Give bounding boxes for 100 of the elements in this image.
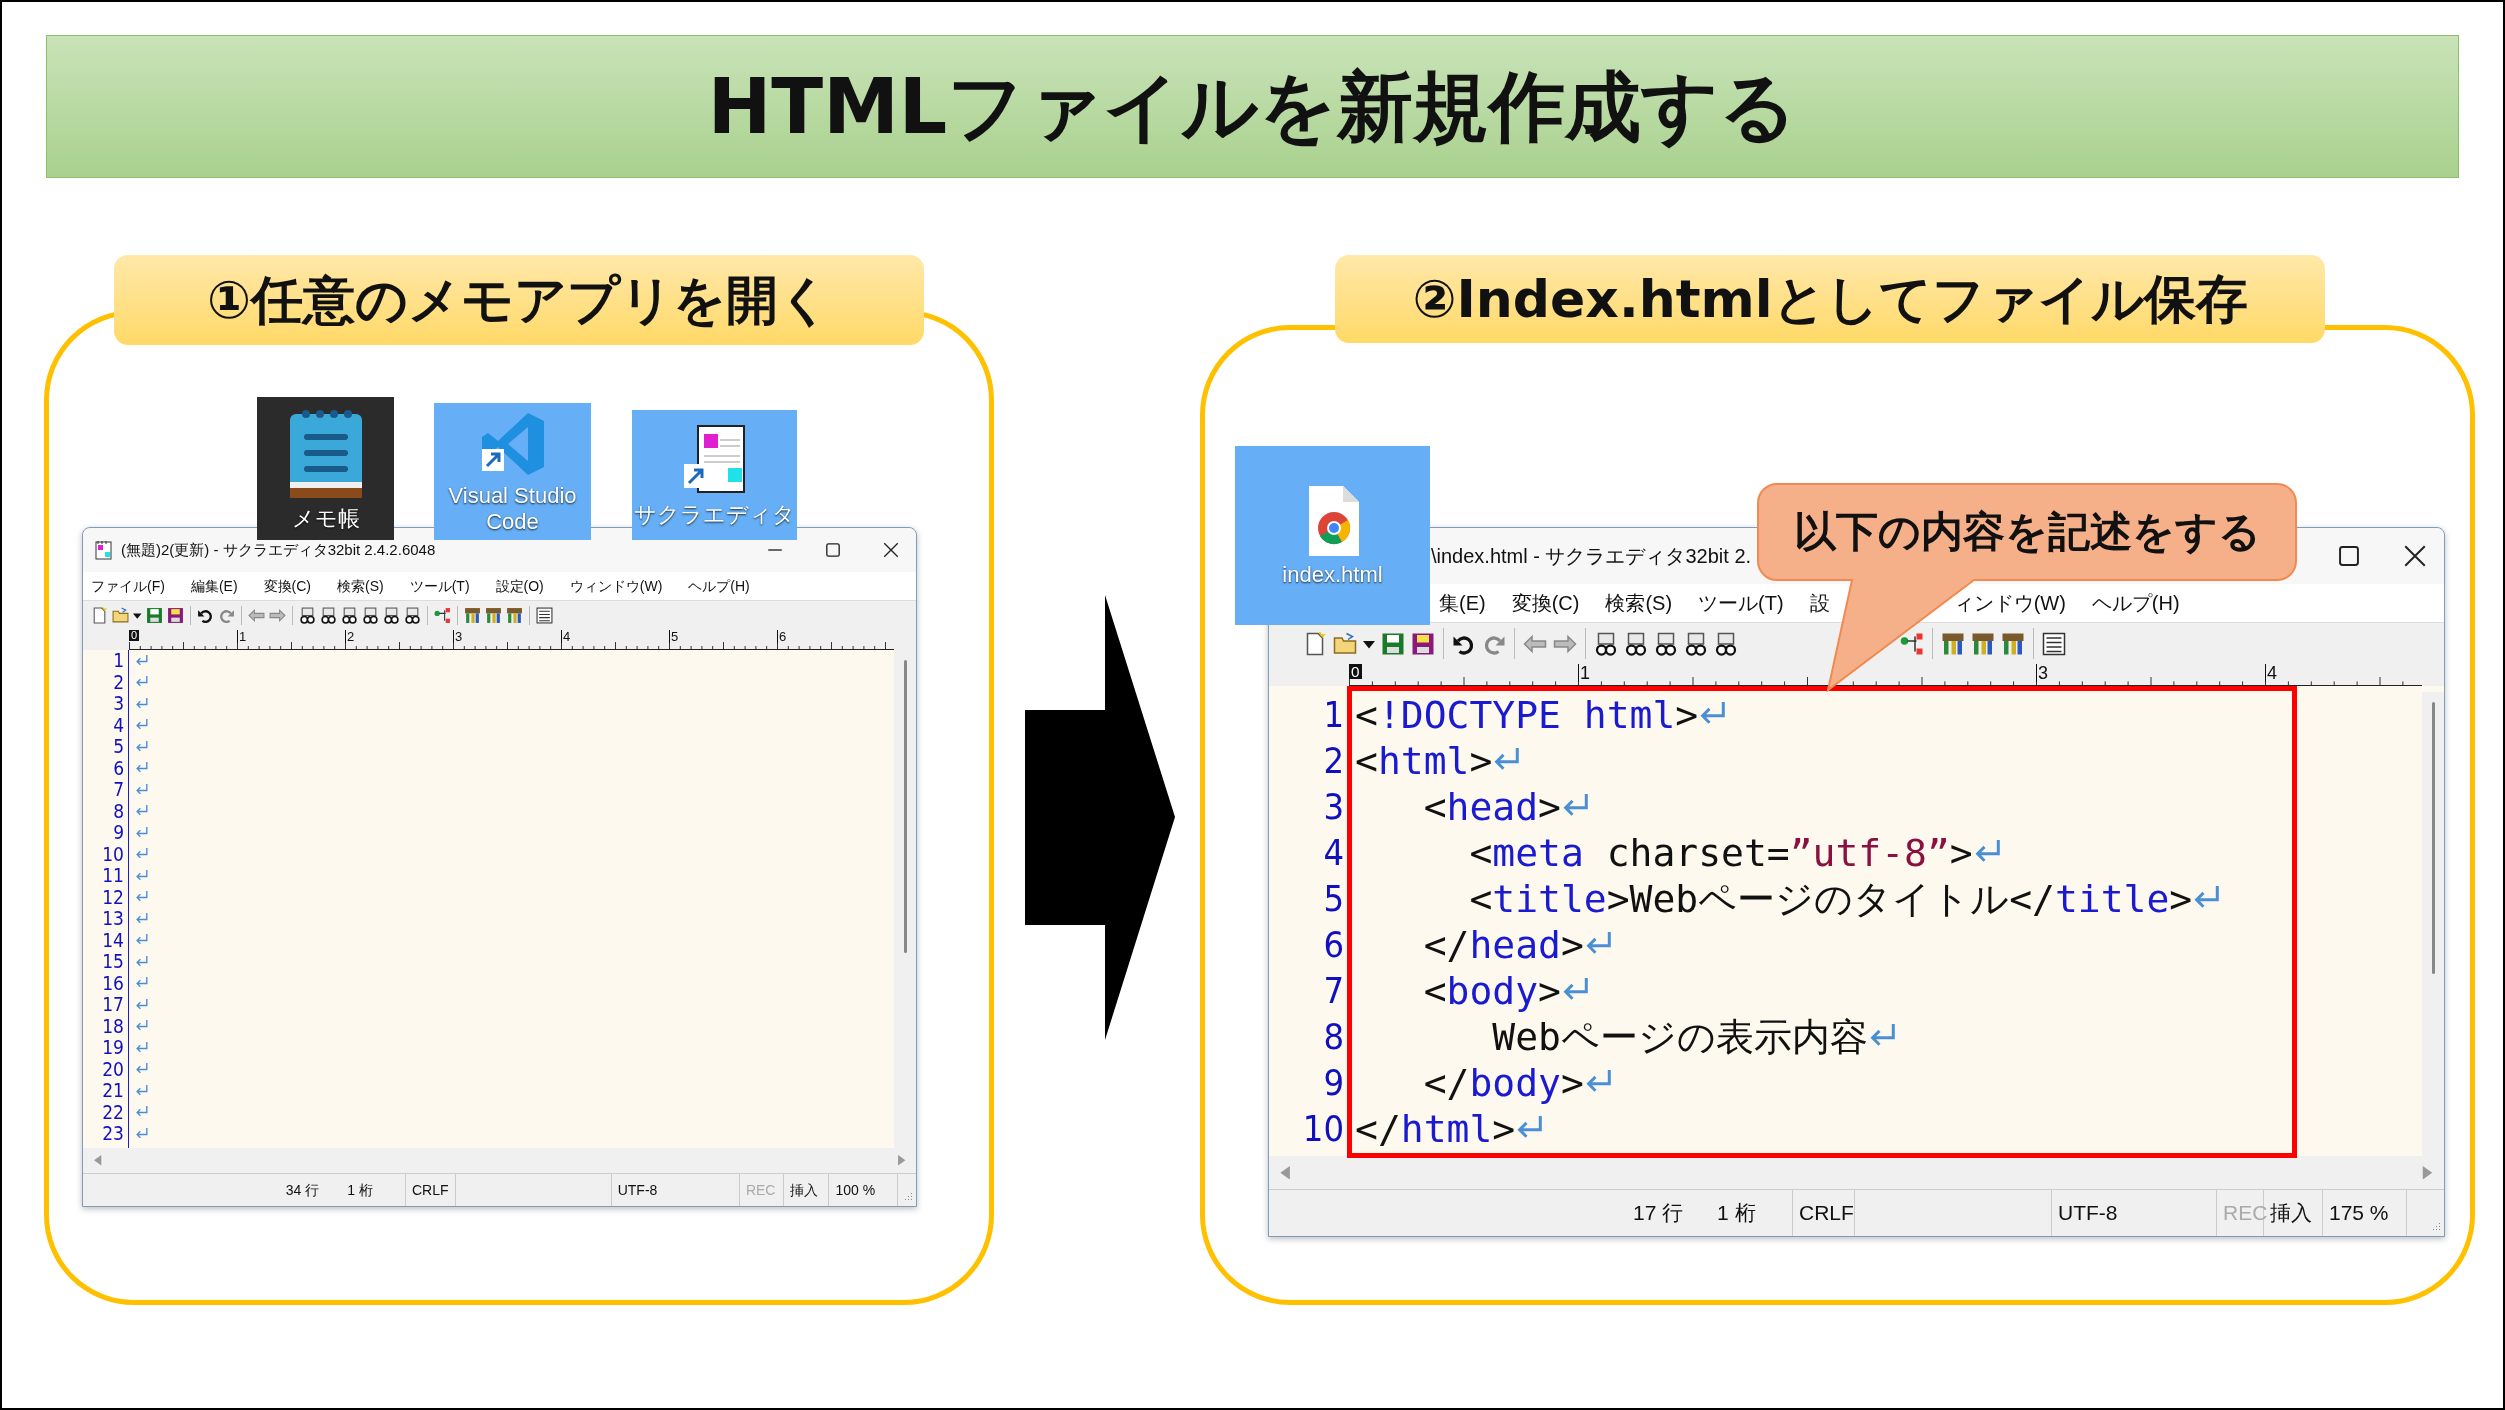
- tool-icon[interactable]: [1971, 631, 1995, 656]
- return-mark-icon: [135, 719, 148, 732]
- ruler-number: 4: [561, 630, 571, 643]
- return-mark-icon: [135, 740, 148, 753]
- tool-icon[interactable]: [484, 607, 502, 624]
- folder-icon[interactable]: [112, 607, 129, 624]
- save-icon[interactable]: [1381, 631, 1405, 656]
- tree-icon[interactable]: [1900, 631, 1924, 656]
- status-text: 挿入: [789, 1180, 818, 1200]
- close-icon[interactable]: [882, 541, 900, 559]
- menu-item[interactable]: ウィンドウ(W): [569, 575, 663, 597]
- tool-icon[interactable]: [1941, 631, 1965, 656]
- ruler-number: 3: [453, 630, 463, 643]
- status-text: REC: [745, 1180, 776, 1200]
- line-number: 5: [113, 736, 124, 758]
- left-arrow-icon[interactable]: [247, 607, 265, 624]
- status-text: 34 行: [285, 1180, 320, 1200]
- line-number: 6: [1323, 923, 1344, 967]
- list-icon[interactable]: [2042, 631, 2066, 656]
- binoculars-icon[interactable]: [361, 607, 379, 624]
- menu-item[interactable]: ヘルプ(H): [688, 575, 750, 597]
- line-number: 14: [102, 929, 124, 951]
- icon-label: メモ帳: [291, 505, 360, 532]
- menu-item[interactable]: 変換(C): [1511, 588, 1580, 618]
- menu-item[interactable]: 集(E): [1439, 588, 1486, 618]
- menu-item[interactable]: 設定(O): [495, 575, 544, 597]
- tool-icon[interactable]: [505, 607, 523, 624]
- return-mark-icon: [135, 977, 148, 990]
- ruler-number: 3: [2036, 664, 2048, 682]
- return-mark-icon: [135, 654, 148, 667]
- line-number: 15: [102, 951, 124, 973]
- menu-item[interactable]: ツール(T): [1698, 588, 1784, 618]
- folder-icon[interactable]: [1333, 631, 1357, 656]
- binoculars-icon[interactable]: [319, 607, 337, 624]
- return-mark-icon: [135, 676, 148, 689]
- right-arrow-icon[interactable]: [268, 607, 286, 624]
- save-icon[interactable]: [145, 607, 163, 624]
- line-number: 4: [1323, 831, 1344, 875]
- line-number: 8: [1323, 1015, 1344, 1059]
- menu-item[interactable]: 編集(E): [190, 575, 238, 597]
- close-icon[interactable]: [2402, 543, 2428, 569]
- list-icon[interactable]: [535, 607, 553, 624]
- line-number: 1: [113, 650, 124, 672]
- desktop-icon[interactable]: メモ帳: [257, 397, 394, 540]
- menu-item[interactable]: 変換(C): [263, 575, 311, 597]
- icon-label: index.html: [1282, 561, 1383, 588]
- menu-item[interactable]: 設: [1809, 588, 1830, 618]
- binoculars-icon[interactable]: [1594, 631, 1618, 656]
- status-text: 1 桁: [1717, 1200, 1756, 1227]
- return-mark-icon: [135, 1084, 148, 1097]
- vertical-scrollbar[interactable]: [2422, 692, 2444, 1156]
- line-number: 20: [102, 1058, 124, 1080]
- menu-item[interactable]: ファイル(F): [91, 575, 165, 597]
- tool-icon[interactable]: [2001, 631, 2025, 656]
- callout-text: 以下の内容を記述をする: [1793, 506, 2261, 558]
- binoculars-icon[interactable]: [403, 607, 421, 624]
- undo-icon[interactable]: [196, 607, 214, 624]
- return-mark-icon: [135, 826, 148, 839]
- return-mark-icon: [135, 1063, 148, 1076]
- line-number: 9: [1323, 1061, 1344, 1105]
- notebook-icon: [95, 540, 113, 560]
- binoculars-icon[interactable]: [1654, 631, 1678, 656]
- status-text: 17 行: [1633, 1200, 1684, 1227]
- ruler-number: 4: [2265, 664, 2277, 682]
- binoculars-icon[interactable]: [382, 607, 400, 624]
- save-all-icon[interactable]: [1411, 631, 1435, 656]
- return-mark-icon: [135, 869, 148, 882]
- ruler-number: 2: [345, 630, 355, 643]
- line-number: 2: [1323, 739, 1344, 783]
- binoculars-icon[interactable]: [1624, 631, 1648, 656]
- status-text: CRLF: [1799, 1200, 1854, 1227]
- code-line: <body>: [1422, 968, 1561, 1014]
- return-mark-icon: [135, 1020, 148, 1033]
- line-number: 9: [113, 822, 124, 844]
- tool-icon[interactable]: [463, 607, 481, 624]
- binoculars-icon[interactable]: [340, 607, 358, 624]
- icon-label: Visual Studio Code: [447, 483, 578, 534]
- code-line: <meta charset=”utf-8”>: [1468, 830, 1973, 876]
- step-label: ①任意のメモアプリを開く: [114, 255, 924, 345]
- binoculars-icon[interactable]: [1714, 631, 1738, 656]
- new-file-icon[interactable]: [91, 607, 108, 624]
- ruler-number: 1: [1578, 664, 1590, 682]
- tree-icon[interactable]: [433, 607, 451, 624]
- maximize-icon[interactable]: [824, 541, 842, 559]
- menu-item[interactable]: ィンドウ(W): [1953, 588, 2066, 618]
- return-mark-icon: [135, 1106, 148, 1119]
- maximize-icon[interactable]: [2336, 543, 2362, 569]
- window-title: (無題)2(更新) - サクラエディタ32bit 2.4.2.6048: [121, 539, 436, 560]
- return-mark-icon: [135, 1127, 148, 1140]
- binoculars-icon[interactable]: [298, 607, 316, 624]
- menu-item[interactable]: 検索(S): [337, 575, 384, 597]
- binoculars-icon[interactable]: [1684, 631, 1708, 656]
- menu-item[interactable]: ツール(T): [409, 575, 470, 597]
- save-all-icon[interactable]: [166, 607, 184, 624]
- line-number: 3: [1323, 785, 1344, 829]
- arrow-icon: [1025, 595, 1175, 1040]
- menu-item[interactable]: 検索(S): [1605, 588, 1673, 618]
- menu-item[interactable]: ヘルプ(H): [2091, 588, 2180, 618]
- status-text: 1 桁: [347, 1180, 374, 1200]
- return-mark-icon: [135, 955, 148, 968]
